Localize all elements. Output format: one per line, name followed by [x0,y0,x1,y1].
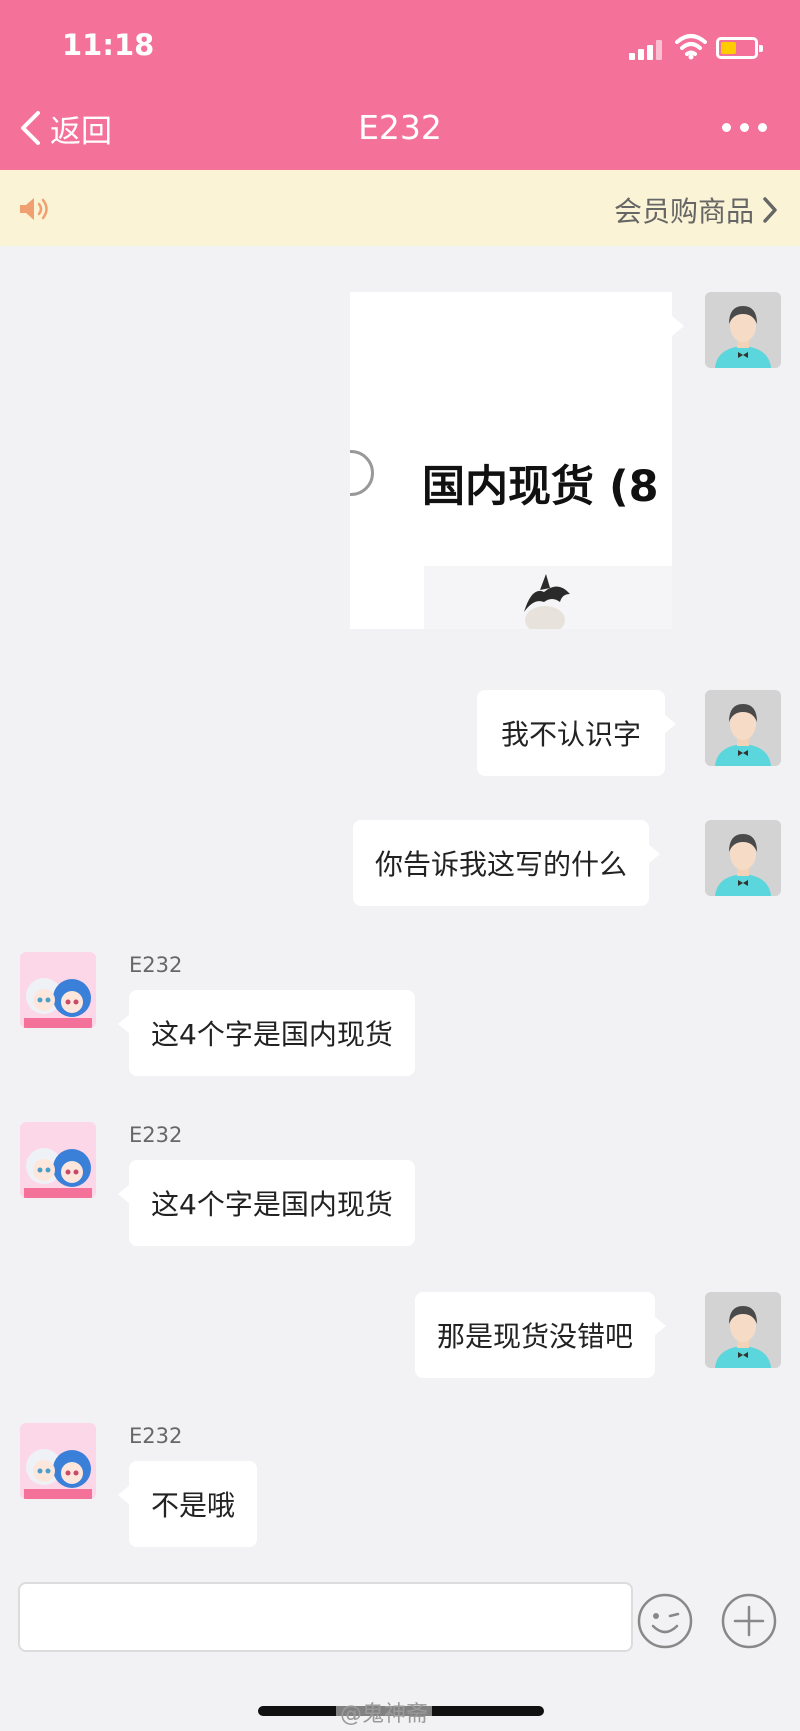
message-text: 不是哦 [151,1489,236,1522]
sender-name: E232 [129,953,183,977]
message-text: 这4个字是国内现货 [151,1018,393,1051]
shared-image-caption: 国内现货 (8 [422,462,659,512]
anime-avatar-icon [20,952,96,1028]
wifi-icon [675,34,707,60]
message-bubble-e232[interactable]: 这4个字是国内现货 [118,990,415,1076]
radio-circle-icon [350,450,374,496]
avatar[interactable] [705,820,781,896]
top-bar: 11:18 返回 E232 [0,0,800,170]
message-bubble-e232[interactable]: 这4个字是国内现货 [118,1160,415,1246]
battery-icon [716,37,763,59]
user-avatar-icon [705,690,781,766]
message-bubble-e232[interactable]: 不是哦 [117,1461,258,1547]
message-bubble-me[interactable]: 那是现货没错吧 [415,1292,667,1378]
user-avatar-icon [705,292,781,368]
user-avatar-icon [705,820,781,896]
avatar[interactable] [20,1122,96,1198]
chevron-right-icon [763,197,777,223]
chat-title: E232 [358,108,442,147]
more-options-icon[interactable] [722,118,768,138]
avatar[interactable] [705,1292,781,1368]
message-bubble-me[interactable]: 你告诉我这写的什么 [353,820,661,906]
message-text: 这4个字是国内现货 [151,1188,393,1221]
avatar[interactable] [705,292,781,368]
plus-icon[interactable] [720,1592,778,1650]
avatar[interactable] [20,952,96,1028]
sender-name: E232 [129,1424,183,1448]
message-bubble-me[interactable]: 我不认识字 [477,690,677,776]
shared-image-message[interactable]: 国内现货 (8 [350,292,672,629]
bubble-tail [672,316,684,336]
message-input[interactable] [18,1582,633,1652]
anime-avatar-icon [20,1122,96,1198]
user-avatar-icon [705,1292,781,1368]
sender-name: E232 [129,1123,183,1147]
status-time: 11:18 [62,28,155,62]
avatar[interactable] [705,690,781,766]
avatar[interactable] [20,1423,96,1499]
speaker-icon [20,198,48,220]
member-shop-label: 会员购商品 [613,195,754,228]
anime-avatar-icon [20,1423,96,1499]
message-text: 你告诉我这写的什么 [375,848,628,881]
cellular-signal-icon [629,40,663,60]
watermark: @鬼神斋 [336,1696,433,1728]
emoji-icon[interactable] [636,1592,694,1650]
member-shop-link[interactable]: 会员购商品 [614,190,780,230]
figure-icon [524,574,570,629]
message-text: 我不认识字 [501,718,642,751]
message-text: 那是现货没错吧 [437,1320,634,1353]
